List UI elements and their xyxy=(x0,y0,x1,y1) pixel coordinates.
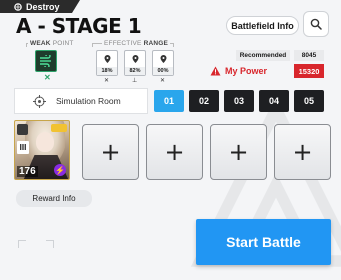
burst-badge: III xyxy=(17,141,29,154)
wind-icon xyxy=(40,55,51,67)
range-card-mark: ✕ xyxy=(104,78,110,84)
destroy-label: Destroy xyxy=(26,1,60,12)
frame-corner xyxy=(18,240,26,248)
range-card-value: 18% xyxy=(97,67,117,75)
battlefield-info-button[interactable]: Battlefield Info xyxy=(226,16,299,35)
squad-slot-3[interactable]: + xyxy=(146,124,203,180)
range-card-value: 82% xyxy=(125,67,145,75)
pin-icon xyxy=(160,54,166,63)
reward-info-button[interactable]: Reward Info xyxy=(16,190,92,207)
start-battle-button[interactable]: Start Battle xyxy=(196,219,331,265)
recommended-value: 8045 xyxy=(294,50,324,61)
simulation-room-button[interactable]: Simulation Room xyxy=(14,88,148,114)
squad-slot-4[interactable]: + xyxy=(210,124,267,180)
range-card-mark: ✕ xyxy=(160,78,166,84)
team-tab-05[interactable]: 05 xyxy=(294,90,324,112)
my-power-value: 15320 xyxy=(294,64,324,78)
manufacturer-icon xyxy=(51,124,67,132)
team-tab-03[interactable]: 03 xyxy=(224,90,254,112)
add-icon: + xyxy=(164,138,185,166)
character-level: 176 xyxy=(17,166,38,177)
destroy-icon xyxy=(14,2,22,11)
recommended-label: Recommended xyxy=(236,50,290,61)
destroy-tab[interactable]: Destroy xyxy=(0,0,80,13)
weak-point-label: WEAK POINT xyxy=(28,40,76,47)
squad-slot-2[interactable]: + xyxy=(82,124,139,180)
effective-range-label: EFFECTIVE RANGE xyxy=(102,40,171,47)
character-face xyxy=(36,132,54,152)
range-card-mid[interactable]: 82% xyxy=(124,50,146,76)
team-tab-04[interactable]: 04 xyxy=(259,90,289,112)
my-power-text: My Power xyxy=(225,66,268,76)
simulation-room-label: Simulation Room xyxy=(56,96,121,106)
team-tab-01[interactable]: 01 xyxy=(154,90,184,112)
target-icon xyxy=(33,94,46,108)
pin-icon xyxy=(104,54,110,63)
add-icon: + xyxy=(100,138,121,166)
range-card-long[interactable]: 00% xyxy=(152,50,174,76)
my-power-label: My Power xyxy=(210,64,267,78)
add-icon: + xyxy=(292,138,313,166)
weak-point-mark: ✕ xyxy=(44,73,51,82)
range-card-mark: ⊥ xyxy=(132,78,138,84)
add-icon: + xyxy=(228,138,249,166)
search-icon xyxy=(310,18,322,30)
search-button[interactable] xyxy=(303,11,329,37)
team-tab-02[interactable]: 02 xyxy=(189,90,219,112)
weak-point-element[interactable] xyxy=(35,50,57,72)
lightning-icon: ⚡ xyxy=(54,164,66,176)
squad-slot-1[interactable]: III 176 ⚡ xyxy=(14,120,70,180)
frame-corner xyxy=(46,240,54,248)
stage-title: A - STAGE 1 xyxy=(16,14,142,38)
range-card-short[interactable]: 18% xyxy=(96,50,118,76)
squad-slot-5[interactable]: + xyxy=(274,124,331,180)
range-card-value: 00% xyxy=(153,67,173,75)
class-icon xyxy=(17,124,28,135)
warning-icon xyxy=(210,66,221,76)
pin-icon xyxy=(132,54,138,63)
